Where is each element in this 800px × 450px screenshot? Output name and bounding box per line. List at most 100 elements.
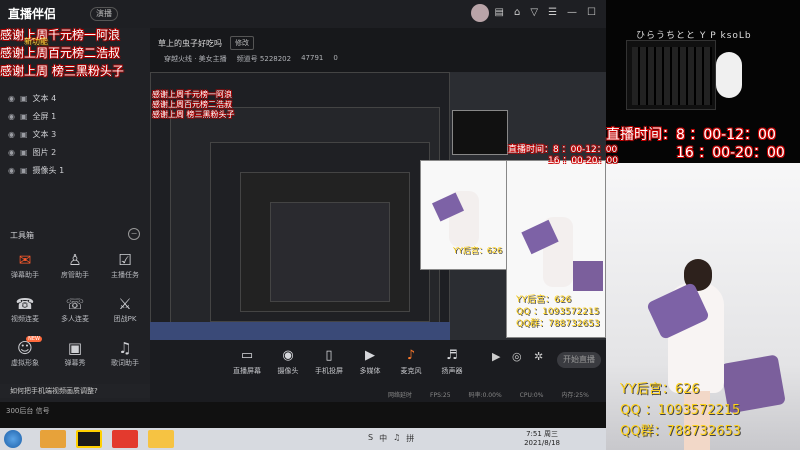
taskbar-app[interactable] [76,430,102,448]
tool-label: 弹幕秀 [64,359,86,367]
settings-gear-icon[interactable]: ✲ [534,350,543,363]
phone-cast-button[interactable]: ▯ 手机投屏 [310,348,348,376]
help-notice[interactable]: 如何把手机端视频画质调整? [0,384,150,398]
pinyin-icon[interactable]: 拼 [406,433,414,444]
layer-item[interactable]: ◉ ▣ 摄像头 1 [8,162,64,178]
eye-icon[interactable]: ◉ [8,166,15,175]
volume-icon[interactable]: ♫ [393,433,400,444]
screen: 直播伴侣 演播 ▤ ⌂ ▽ ☰ — ☐ ◉ ▣ 文本 4 ◉ ▣ 全屏 1 ◉ ▣ 文本 3… [0,0,800,450]
collapse-icon[interactable]: − [128,228,140,240]
taskbar-app[interactable] [112,430,138,448]
layer-label: 全屏 1 [32,111,57,121]
layer-item[interactable]: ◉ ▣ 文本 4 [8,90,56,106]
lock-icon[interactable]: ▣ [20,130,28,139]
tray-icon[interactable]: S [368,433,373,444]
title-bar: 直播伴侣 演播 ▤ ⌂ ▽ ☰ — ☐ [0,0,606,28]
tool-label: 视频连麦 [11,315,39,323]
contact-echo: QQ群：788732653 [516,319,600,329]
minimize-icon[interactable]: — [567,7,577,19]
contact-line: QQ群：788732653 [620,424,741,439]
contact-echo: YY后宫：626 [453,246,503,255]
tool-item[interactable]: ☑ 主播任务 [100,250,150,290]
layer-label: 图片 2 [32,147,57,157]
eye-icon[interactable]: ◉ [8,130,15,139]
eye-icon[interactable]: ◉ [8,112,15,121]
tool-label: 主播任务 [111,271,139,279]
close-icon[interactable]: ☐ [587,7,596,19]
tool-item[interactable]: ▣ 弹幕秀 [50,338,100,378]
taskbar-app[interactable] [40,430,66,448]
layer-item[interactable]: ◉ ▣ 全屏 1 [8,108,56,124]
recursive-preview [270,202,390,302]
tool-icon: ♙ [68,251,82,269]
new-badge: NEW [26,336,42,342]
overlay-echo: 感谢上周 榜三黑粉头子 [152,110,235,119]
room-category[interactable]: 穿越火线 · 美女主播 [164,54,227,64]
camera-feed: ひらうちとと Y P ksoLb 直播时间：8 ：00-12：00 16 ：00… [606,0,800,450]
contact-line: YY后宫：626 [620,382,700,397]
tool-item[interactable]: ✉ 弹幕助手 [0,250,50,290]
phone-icon: ▯ [325,348,333,363]
tool-icon: ☏ [65,295,85,313]
menu-icon[interactable]: ☰ [548,7,557,19]
tool-icon: ▣ [67,339,83,357]
schedule-line: 直播时间：8 ：00-12：00 [606,127,776,143]
tool-icon: ☺ [17,339,33,357]
tool-item[interactable]: ♫ 歌词助手 [100,338,150,378]
layer-item[interactable]: ◉ ▣ 文本 3 [8,126,56,142]
eye-icon[interactable]: ◉ [8,148,15,157]
layer-label: 摄像头 1 [32,165,65,175]
clock-date: 2021/8/18 [524,439,560,447]
message-icon[interactable]: ▤ [495,7,504,19]
lock-icon[interactable]: ▣ [20,112,28,121]
tool-item[interactable]: ☺ 虚拟形象 NEW [0,336,50,378]
clock-time: 7:51 周三 [526,430,559,438]
edit-title-button[interactable]: 修改 [230,36,254,50]
tool-label: 多人连麦 [61,315,89,323]
room-id: 频道号 5228202 [236,55,292,63]
overlay-echo: 感谢上周千元榜一阿浪 [152,90,232,99]
speaker-button[interactable]: ♬ 扬声器 [433,348,471,376]
media-button[interactable]: ▶ 多媒体 [351,348,389,376]
notice-detail: 300后台 信号 [6,407,50,415]
ime-icon[interactable]: 中 [379,433,387,444]
lock-icon[interactable]: ▣ [20,94,28,103]
camera-icon: ◉ [282,348,294,363]
tool-item[interactable]: ☎ 视频连麦 [0,294,50,334]
tool-icon: ☑ [118,251,132,269]
layer-label: 文本 4 [32,93,57,103]
start-button[interactable] [4,430,22,448]
taskbar-echo [150,322,450,340]
layer-item[interactable]: ◉ ▣ 图片 2 [8,144,56,160]
taskbar-clock[interactable]: 7:51 周三 2021/8/18 [524,430,560,448]
screen-capture-button[interactable]: ▭ 直播屏幕 [228,348,266,376]
start-live-button[interactable]: 开始直播 [557,352,601,368]
overlay-thanks-line: 感谢上周千元榜一阿浪 [0,28,121,42]
preview-toggle-icon[interactable]: ◎ [512,350,522,363]
gift-count: 0 [333,54,338,62]
mode-toggle-button[interactable]: 演播 [90,7,118,21]
taskbar-app[interactable] [148,430,174,448]
tool-label: 团战PK [113,315,137,323]
keyboard-camera: ひらうちとと Y P ksoLb 直播时间：8 ：00-12：00 16 ：00… [606,0,800,163]
overlay-thanks-line: 感谢上周 榜三黑粉头子 [0,64,124,78]
lock-icon[interactable]: ▣ [20,166,28,175]
tool-label: 弹幕助手 [11,271,39,279]
gift-icon[interactable]: ▽ [530,7,538,19]
tool-label: 歌词助手 [111,359,139,367]
tool-item[interactable]: ⚔ 团战PK [100,294,150,334]
tool-item[interactable]: ☏ 多人连麦 [50,294,100,334]
bottom-notice: 300后台 信号 [0,402,606,428]
camera-button[interactable]: ◉ 摄像头 [269,348,307,376]
tool-item[interactable]: ♙ 房管助手 [50,250,100,290]
record-icon[interactable]: ▶ [492,350,500,363]
avatar[interactable] [471,4,489,22]
overlay-thanks-line: 感谢上周百元榜二浩叔 [0,46,121,60]
shirt-icon[interactable]: ⌂ [514,7,520,19]
eye-icon[interactable]: ◉ [8,94,15,103]
microphone-button[interactable]: ♪ 麦克风 [392,348,430,376]
tool-label: 房管助手 [61,271,89,279]
contact-line: QQ ：1093572215 [620,403,741,418]
tool-label: 虚拟形象 [11,359,39,367]
lock-icon[interactable]: ▣ [20,148,28,157]
